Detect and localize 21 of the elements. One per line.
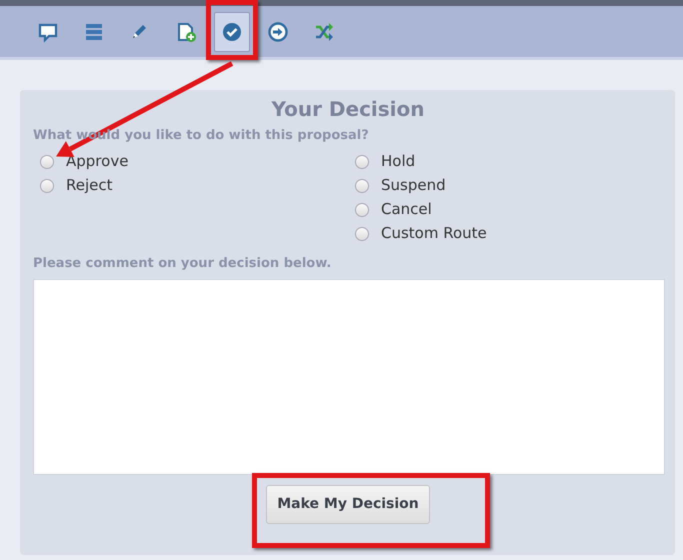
check-icon[interactable] — [221, 20, 243, 42]
comment-label: Please comment on your decision below. — [33, 254, 332, 272]
radio-button[interactable] — [355, 178, 369, 192]
section-title: Your Decision — [270, 96, 426, 123]
option-label[interactable]: Suspend — [381, 174, 446, 197]
forward-icon[interactable] — [267, 20, 289, 42]
radio-button[interactable] — [355, 202, 369, 216]
comment-field[interactable] — [33, 279, 665, 475]
toolbar-button[interactable] — [214, 12, 250, 52]
radio-button[interactable] — [355, 154, 369, 168]
radio-button[interactable] — [355, 226, 369, 240]
submit-button[interactable]: Make My Decision — [266, 485, 430, 524]
radio-button[interactable] — [40, 154, 54, 168]
option-label[interactable]: Reject — [66, 174, 113, 197]
option-label[interactable]: Hold — [381, 150, 416, 173]
option-label[interactable]: Custom Route — [381, 222, 487, 245]
option-label[interactable]: Approve — [66, 150, 128, 173]
add-document-icon[interactable] — [175, 20, 197, 42]
option-label[interactable]: Cancel — [381, 198, 432, 221]
shuffle-icon[interactable] — [313, 20, 335, 42]
radio-button[interactable] — [40, 178, 54, 192]
